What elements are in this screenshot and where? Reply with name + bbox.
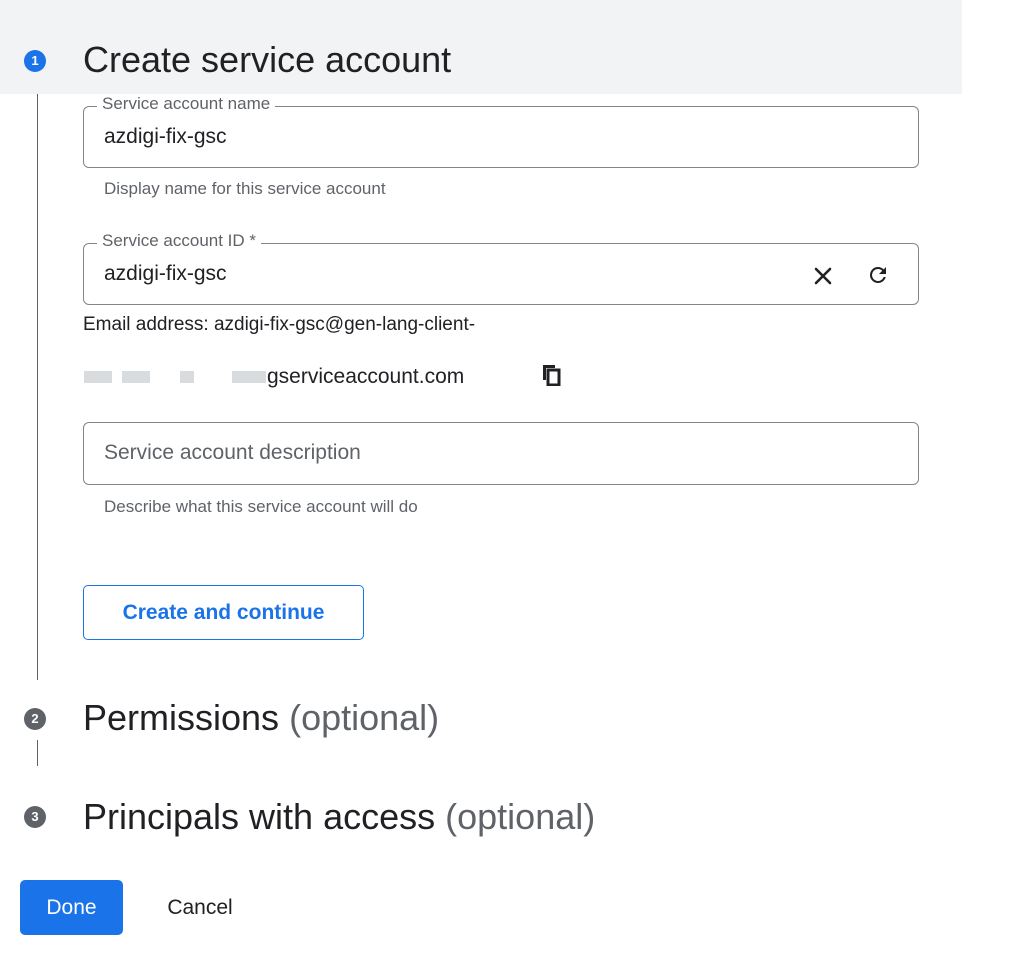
redacted-text [84,371,112,383]
done-button[interactable]: Done [20,880,123,935]
refresh-icon[interactable] [864,261,892,289]
service-account-name-value[interactable]: azdigi-fix-gsc [104,125,227,149]
step-1-number-badge: 1 [24,50,46,72]
step-2-title-text: Permissions [83,697,280,738]
service-account-name-label: Service account name [97,94,276,114]
step-3-number-badge: 3 [24,806,46,828]
redacted-text [232,371,266,383]
redacted-text [122,371,150,383]
step-3-optional-label: (optional) [445,796,596,837]
cancel-button[interactable]: Cancel [147,880,253,935]
email-address-domain: gserviceaccount.com [267,365,465,388]
service-account-id-label: Service account ID * [97,231,262,251]
close-icon[interactable] [809,262,837,290]
service-account-description-placeholder: Service account description [104,441,361,464]
step-1-title-text: Create service account [83,39,452,80]
step-3-title-text: Principals with access [83,796,436,837]
step-connector-line [37,94,38,680]
service-account-description-hint: Describe what this service account will … [104,497,418,516]
step-2-number-badge: 2 [24,708,46,730]
step-3-title[interactable]: Principals with access (optional) [83,795,595,839]
step-1-title[interactable]: Create service account [83,38,451,82]
step-connector-line [37,740,38,766]
create-and-continue-button[interactable]: Create and continue [83,585,364,640]
step-2-title[interactable]: Permissions (optional) [83,696,439,740]
step-2-optional-label: (optional) [289,697,440,738]
redacted-text [180,371,194,383]
email-address-text: Email address: azdigi-fix-gsc@gen-lang-c… [83,314,476,335]
service-account-id-value[interactable]: azdigi-fix-gsc [104,262,227,286]
copy-icon[interactable] [539,362,563,388]
service-account-name-hint: Display name for this service account [104,179,386,198]
